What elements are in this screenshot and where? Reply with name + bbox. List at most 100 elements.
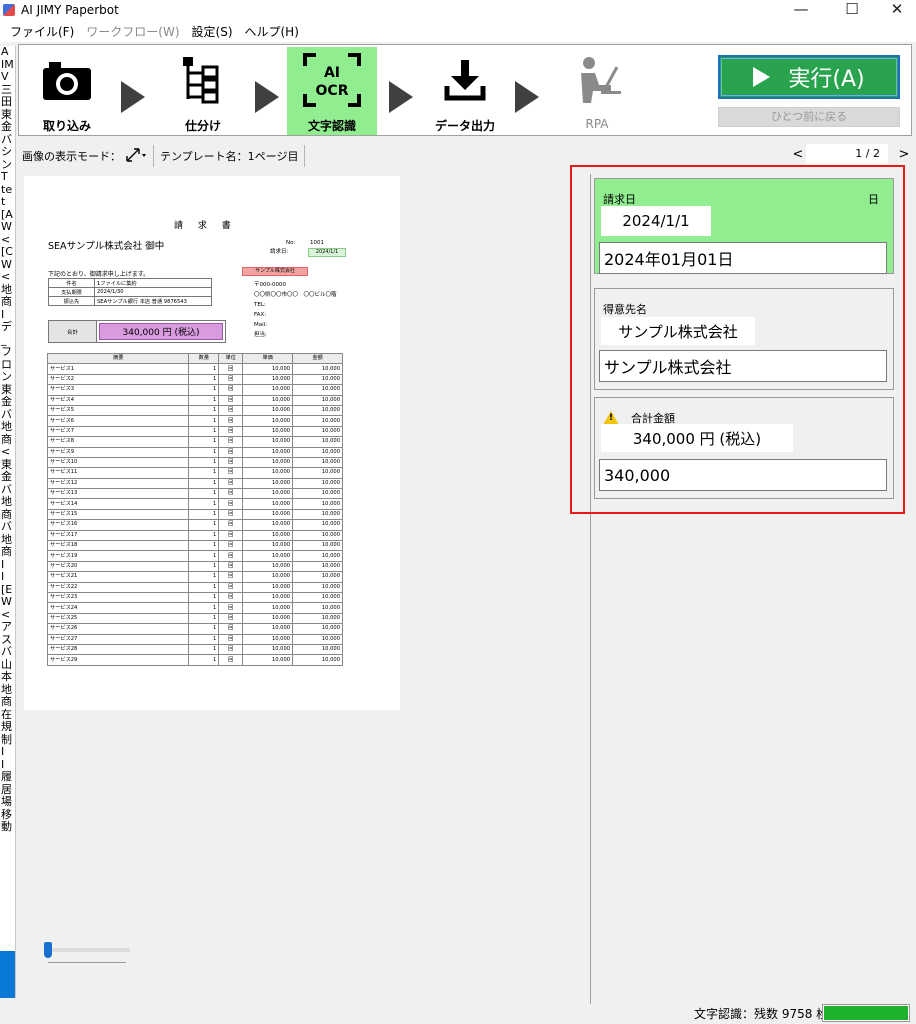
menu-help[interactable]: ヘルプ(H) — [243, 23, 301, 40]
table-cell: 回 — [218, 404, 244, 417]
table-cell: 回 — [218, 373, 244, 386]
minimize-button[interactable]: — — [778, 0, 824, 20]
table-row: サービス15 1 回 10,000 10,000 — [46, 508, 343, 521]
table-row: サービス18 1 回 10,000 10,000 — [46, 540, 343, 552]
table-cell: 1 — [188, 415, 220, 427]
step-export-label: データ出力 — [434, 119, 495, 133]
table-cell: 10,000 — [292, 456, 343, 469]
step-export[interactable]: データ出力 — [421, 47, 509, 137]
menu-file[interactable]: ファイル(F) — [8, 23, 76, 40]
zoom-slider-track[interactable] — [46, 948, 130, 952]
close-button[interactable]: ✕ — [874, 0, 916, 20]
step-ocr[interactable]: AI OCR 文字認識 — [287, 47, 377, 135]
template-name: テンプレート名：1ページ目 — [160, 150, 299, 163]
table-cell: 10,000 — [242, 488, 294, 500]
log-selection — [0, 951, 15, 998]
table-row: サービス29 1 回 10,000 10,000 — [46, 654, 343, 666]
table-cell: 1 — [188, 550, 220, 562]
table-cell: 10,000 — [292, 488, 343, 500]
table-cell: 回 — [218, 446, 244, 458]
zoom-slider-thumb[interactable] — [44, 942, 52, 958]
log-line: バ — [1, 520, 12, 533]
table-cell: 1 — [188, 571, 220, 583]
table-cell: 10,000 — [242, 363, 294, 375]
table-cell: 回 — [218, 467, 244, 479]
table-cell: 1 — [188, 602, 220, 614]
table-cell: 10,000 — [292, 654, 343, 666]
table-row: サービス23 1 回 10,000 10,000 — [46, 591, 343, 604]
step-sort[interactable]: 仕分け — [167, 47, 239, 137]
log-line: 田 — [1, 95, 12, 108]
table-cell: 10,000 — [292, 373, 343, 386]
back-button[interactable]: ひとつ前に戻る — [718, 107, 900, 127]
table-cell: 10,000 — [242, 529, 294, 542]
seller-name: サンプル株式会社 — [242, 267, 308, 276]
table-cell: 回 — [218, 425, 244, 438]
seller-info-line: FAX: — [254, 312, 267, 318]
table-cell: 10,000 — [242, 591, 294, 604]
title-bar: AI JIMY Paperbot — ☐ ✕ — [0, 0, 916, 20]
fit-mode-icon[interactable] — [125, 147, 147, 166]
table-cell: 回 — [218, 477, 244, 490]
table-cell: 回 — [218, 394, 244, 406]
document-viewer[interactable]: 請 求 書 SEAサンプル株式会社 御中 1001 No: 請求日: 2024/… — [18, 174, 588, 998]
seller-info-line: Mail: — [254, 322, 268, 328]
column-header: 数量 — [188, 352, 220, 365]
maximize-button[interactable]: ☐ — [829, 0, 875, 20]
table-cell: 1 — [188, 363, 220, 375]
table-cell: サービス18 — [46, 540, 190, 552]
seller-info: 〒000-0000 〇〇県〇〇市〇〇 〇〇ビル〇階 TEL: FAX: Mail: 担当: — [254, 280, 337, 340]
table-cell: サービス28 — [46, 643, 190, 656]
log-line: フ — [1, 345, 12, 358]
prev-page-button[interactable]: < — [790, 147, 806, 162]
table-cell: 回 — [218, 623, 244, 635]
table-cell: サービス12 — [46, 477, 190, 490]
step-arrow-icon — [255, 81, 279, 113]
table-cell: 1 — [188, 643, 220, 656]
table-cell: 1 — [188, 394, 220, 406]
menu-workflow[interactable]: ワークフロー(W) — [84, 23, 181, 40]
log-line: I — [1, 745, 5, 758]
table-cell: 10,000 — [292, 425, 343, 438]
field-customer[interactable]: 得意先名 サンプル株式会社 — [594, 288, 894, 390]
table-row: サービス13 1 回 10,000 10,000 — [46, 488, 343, 500]
table-cell: 回 — [218, 384, 244, 396]
table-row: サービス5 1 回 10,000 10,000 — [46, 404, 343, 417]
step-arrow-icon — [389, 81, 413, 113]
invoice-total-value: 340,000 円 (税込) — [99, 323, 223, 340]
step-rpa[interactable]: RPA — [559, 47, 635, 137]
field-label: 得意先名 — [603, 303, 647, 316]
table-row: サービス16 1 回 10,000 10,000 — [46, 519, 343, 531]
log-line: 金 — [1, 120, 12, 133]
next-page-button[interactable]: > — [896, 147, 912, 162]
invoice-total-box: 合計 340,000 円 (税込) — [48, 320, 226, 343]
table-cell: 10,000 — [242, 436, 294, 448]
table-cell: サービス26 — [46, 623, 190, 635]
step-import[interactable]: 取り込み — [31, 47, 103, 137]
table-cell: 10,000 — [292, 591, 343, 604]
table-cell: 10,000 — [292, 404, 343, 417]
table-cell: 10,000 — [242, 602, 294, 614]
log-panel[interactable]: A IM V 三田東金バシン Tte t [A W < [C W < 地商 I デ _ フロン東金バ地商 < 東金バ… — [0, 46, 16, 998]
table-cell: 10,000 — [242, 394, 294, 406]
table-cell: 回 — [218, 488, 244, 500]
table-cell: 10,000 — [292, 623, 343, 635]
log-line: W — [1, 220, 12, 233]
invoice-date-input[interactable] — [599, 242, 887, 274]
warning-icon — [603, 411, 619, 425]
field-invoice-date[interactable]: 請求日 日 2024/1/1 — [594, 178, 894, 274]
seller-info-line: TEL: — [254, 302, 266, 308]
total-input[interactable] — [599, 459, 887, 491]
customer-input[interactable] — [599, 350, 887, 382]
zoom-slider-scale — [48, 962, 126, 963]
field-total[interactable]: 合計金額 340,000 円 (税込) — [594, 397, 894, 499]
table-cell: 10,000 — [242, 581, 294, 594]
run-button[interactable]: 実行(A) — [718, 55, 900, 99]
table-cell: 回 — [218, 643, 244, 656]
table-cell: サービス21 — [46, 571, 190, 583]
log-line: 履 — [1, 770, 12, 783]
menu-settings[interactable]: 設定(S) — [190, 23, 235, 40]
table-cell: サービス6 — [46, 415, 190, 427]
table-row: サービス14 1 回 10,000 10,000 — [46, 498, 343, 510]
step-sort-label: 仕分け — [184, 119, 221, 133]
